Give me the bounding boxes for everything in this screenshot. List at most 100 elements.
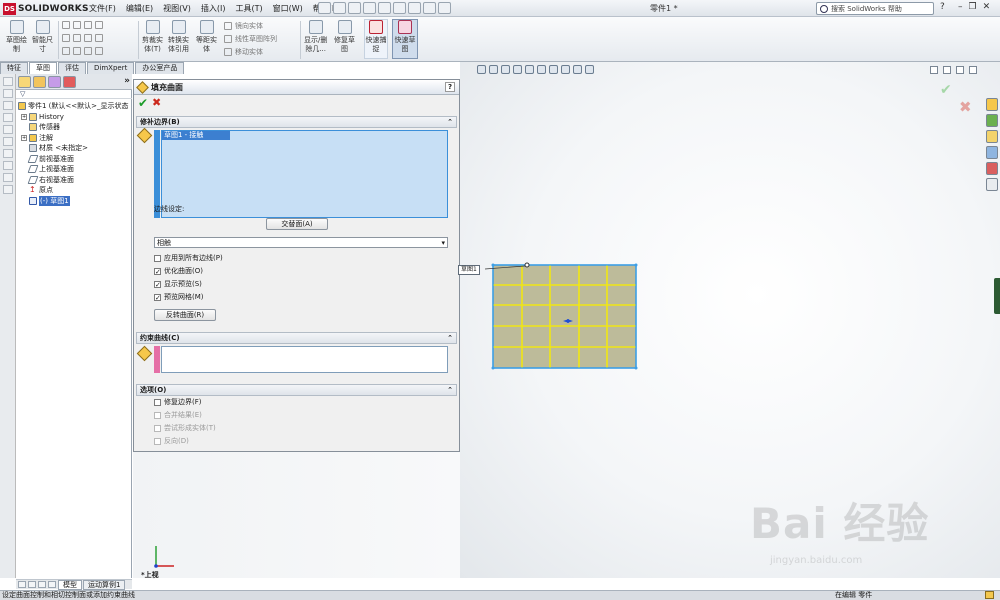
file-explorer-icon[interactable] <box>986 130 998 143</box>
tab-dimxpert[interactable]: DimXpert <box>87 62 135 74</box>
fix-boundary-checkbox[interactable]: 修复边界(F) <box>154 398 202 407</box>
app-logo[interactable]: DS SOLIDWORKS <box>3 1 89 16</box>
scroll-last-icon[interactable] <box>48 581 56 588</box>
close-icon[interactable]: ✕ <box>983 2 991 12</box>
tab-model[interactable]: 模型 <box>58 580 82 590</box>
alternate-face-button[interactable]: 交替面(A) <box>266 218 328 230</box>
tree-item-top-plane[interactable]: 上视基准面 <box>18 164 132 175</box>
menu-insert[interactable]: 插入(I) <box>196 3 231 14</box>
convert-entities-button[interactable]: 转换实 体引用 <box>168 20 189 54</box>
move-entities-button[interactable]: 移动实体 <box>224 47 263 57</box>
tool-icon[interactable] <box>2 113 13 122</box>
hide-show-icon[interactable] <box>549 65 558 74</box>
optimize-surface-checkbox[interactable]: ✓ 优化曲面(O) <box>154 267 203 276</box>
tab-office-products[interactable]: 办公室产品 <box>135 62 185 74</box>
sketch-button[interactable]: 草图绘 制 <box>6 20 27 54</box>
confirmation-cancel-icon[interactable]: ✖ <box>959 98 972 116</box>
patch-boundary-header[interactable]: 修补边界(B) ⌃ <box>136 116 457 128</box>
tool-icon[interactable] <box>2 101 13 110</box>
print-icon[interactable] <box>363 2 376 14</box>
tree-filter[interactable]: ▽ <box>16 90 132 99</box>
doc-minimize-icon[interactable] <box>930 66 938 74</box>
view-palette-icon[interactable] <box>986 146 998 159</box>
resources-icon[interactable] <box>986 98 998 111</box>
boundary-list-item[interactable]: 草图1 - 接触 <box>162 131 230 140</box>
tree-item-sketch1[interactable]: (-) 草图1 <box>18 195 132 207</box>
menu-tools[interactable]: 工具(T) <box>230 3 267 14</box>
scroll-next-icon[interactable] <box>38 581 46 588</box>
menu-view[interactable]: 视图(V) <box>158 3 196 14</box>
appearance-tab-icon[interactable] <box>63 76 76 88</box>
expand-icon[interactable]: + <box>21 134 27 141</box>
help-question-icon[interactable]: ? <box>940 2 945 12</box>
cancel-x-icon[interactable]: ✖ <box>152 96 161 109</box>
show-preview-checkbox[interactable]: ✓ 显示预览(S) <box>154 280 202 289</box>
tool-icon[interactable] <box>2 173 13 182</box>
save-icon[interactable] <box>348 2 361 14</box>
section-view-icon[interactable] <box>513 65 522 74</box>
sketch-callout-label[interactable]: 草图1 <box>458 265 480 275</box>
offset-entities-button[interactable]: 等距实 体 <box>196 20 217 54</box>
tool-icon[interactable] <box>2 149 13 158</box>
surface-patch[interactable] <box>492 264 637 369</box>
options-header[interactable]: 选项(O) ⌃ <box>136 384 457 396</box>
sketch-tools-row-1[interactable] <box>62 21 103 29</box>
options-icon[interactable] <box>438 2 451 14</box>
help-search-input[interactable]: 搜索 SolidWorks 帮助 <box>816 2 934 15</box>
tree-item-material[interactable]: 材质 <未指定> <box>18 143 132 154</box>
trim-entities-button[interactable]: 剪裁实 体(T) <box>142 20 163 54</box>
sketch-tools-row-2[interactable] <box>62 34 103 42</box>
tab-sketch[interactable]: 草图 <box>29 62 57 74</box>
tab-features[interactable]: 特征 <box>0 62 28 74</box>
repair-sketch-button[interactable]: 修复草 图 <box>334 20 355 54</box>
tab-motion-study[interactable]: 运动算例1 <box>83 580 126 590</box>
reverse-surface-button[interactable]: 反转曲面(R) <box>154 309 216 321</box>
display-relations-button[interactable]: 显示/删 除几... <box>304 20 327 54</box>
collapse-icon[interactable]: ⌃ <box>447 333 453 344</box>
file-properties-icon[interactable] <box>423 2 436 14</box>
tree-item-origin[interactable]: ↥ 原点 <box>18 185 132 196</box>
restore-icon[interactable]: ❐ <box>969 2 977 12</box>
expand-panel-icon[interactable]: » <box>124 76 130 87</box>
confirmation-ok-icon[interactable]: ✔ <box>940 82 952 98</box>
tool-icon[interactable] <box>2 161 13 170</box>
scroll-first-icon[interactable] <box>18 581 26 588</box>
feature-tree-tab-icon[interactable] <box>18 76 31 88</box>
design-library-icon[interactable] <box>986 114 998 127</box>
open-icon[interactable] <box>333 2 346 14</box>
tree-item-right-plane[interactable]: 右视基准面 <box>18 175 132 186</box>
apply-all-edges-checkbox[interactable]: 应用到所有边线(P) <box>154 254 223 263</box>
apply-scene-icon[interactable] <box>573 65 582 74</box>
select-icon[interactable] <box>393 2 406 14</box>
view-settings-icon[interactable] <box>585 65 594 74</box>
menu-edit[interactable]: 编辑(E) <box>121 3 158 14</box>
tree-item-annotations[interactable]: + 注解 <box>18 133 132 144</box>
fill-surface-preview[interactable] <box>485 258 645 374</box>
constraint-curves-list[interactable] <box>161 346 448 373</box>
constraint-curves-header[interactable]: 约束曲线(C) ⌃ <box>136 332 457 344</box>
rapid-sketch-button[interactable]: 快速草 图 <box>392 20 418 54</box>
view-orientation-icon[interactable] <box>525 65 534 74</box>
new-document-icon[interactable] <box>318 2 331 14</box>
tool-icon[interactable] <box>2 185 13 194</box>
appearances-icon[interactable] <box>986 162 998 175</box>
status-help-icon[interactable] <box>985 591 994 599</box>
tab-evaluate[interactable]: 评估 <box>58 62 86 74</box>
patch-boundary-list[interactable]: 草图1 - 接触 <box>161 130 448 218</box>
preview-mesh-checkbox[interactable]: ✓ 预览网格(M) <box>154 293 204 302</box>
property-manager-tab-icon[interactable] <box>33 76 46 88</box>
menu-window[interactable]: 窗口(W) <box>268 3 308 14</box>
reverse-direction-checkbox[interactable]: 反向(D) <box>154 437 189 446</box>
try-form-solid-checkbox[interactable]: 尝试形成实体(T) <box>154 424 216 433</box>
edit-appearance-icon[interactable] <box>561 65 570 74</box>
merge-result-checkbox[interactable]: 合并结果(E) <box>154 411 202 420</box>
contact-type-select[interactable]: 相触 ▾ <box>154 237 448 248</box>
collapse-icon[interactable]: ⌃ <box>447 117 453 128</box>
sketch-tools-row-3[interactable] <box>62 47 103 55</box>
previous-view-icon[interactable] <box>501 65 510 74</box>
side-panel-tab[interactable] <box>994 278 1000 314</box>
doc-tile-icon[interactable] <box>943 66 951 74</box>
quick-snap-button[interactable]: 快速捕 捉 <box>364 20 388 54</box>
undo-icon[interactable] <box>378 2 391 14</box>
tool-icon[interactable] <box>2 125 13 134</box>
